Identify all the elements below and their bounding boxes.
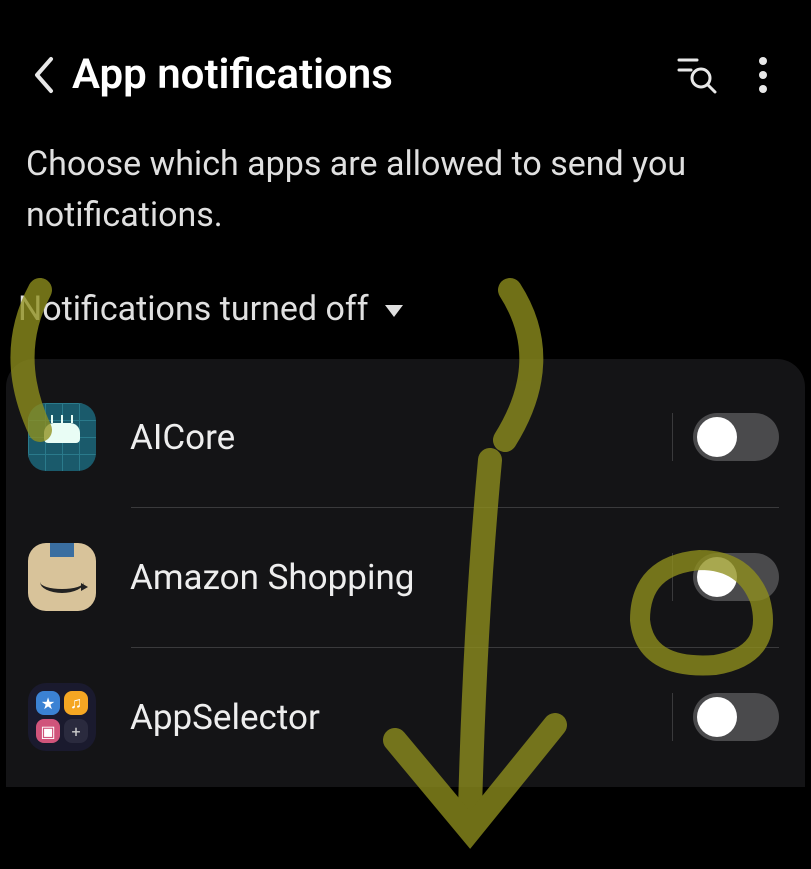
toggle-aicore[interactable] <box>693 413 779 461</box>
divider <box>672 693 673 741</box>
toggle-amazon-shopping[interactable] <box>693 553 779 601</box>
app-icon-aicore <box>28 403 96 471</box>
app-row-amazon-shopping[interactable]: Amazon Shopping <box>6 507 805 647</box>
app-name-label: AppSelector <box>130 697 638 738</box>
app-row-aicore[interactable]: AICore <box>6 367 805 507</box>
page-title: App notifications <box>72 50 673 99</box>
search-icon <box>677 56 717 94</box>
app-name-label: AICore <box>130 417 638 458</box>
app-name-label: Amazon Shopping <box>130 557 638 598</box>
search-filter-button[interactable] <box>673 51 721 99</box>
row-divider <box>131 647 779 648</box>
page-description: Choose which apps are allowed to send yo… <box>0 129 811 281</box>
app-list: AICore Amazon Shopping ★♫▣+ AppSelector <box>6 359 805 787</box>
toggle-appselector[interactable] <box>693 693 779 741</box>
filter-dropdown[interactable]: Notifications turned off <box>0 281 811 359</box>
more-vertical-icon <box>758 56 768 94</box>
divider <box>672 553 673 601</box>
back-button[interactable] <box>20 51 68 99</box>
app-row-appselector[interactable]: ★♫▣+ AppSelector <box>6 647 805 787</box>
chevron-down-icon <box>385 305 403 317</box>
divider <box>672 413 673 461</box>
more-options-button[interactable] <box>739 51 787 99</box>
filter-label: Notifications turned off <box>18 289 369 329</box>
app-icon-appselector: ★♫▣+ <box>28 683 96 751</box>
header: App notifications <box>0 0 811 129</box>
row-divider <box>131 507 779 508</box>
chevron-left-icon <box>31 55 57 95</box>
app-icon-amazon <box>28 543 96 611</box>
